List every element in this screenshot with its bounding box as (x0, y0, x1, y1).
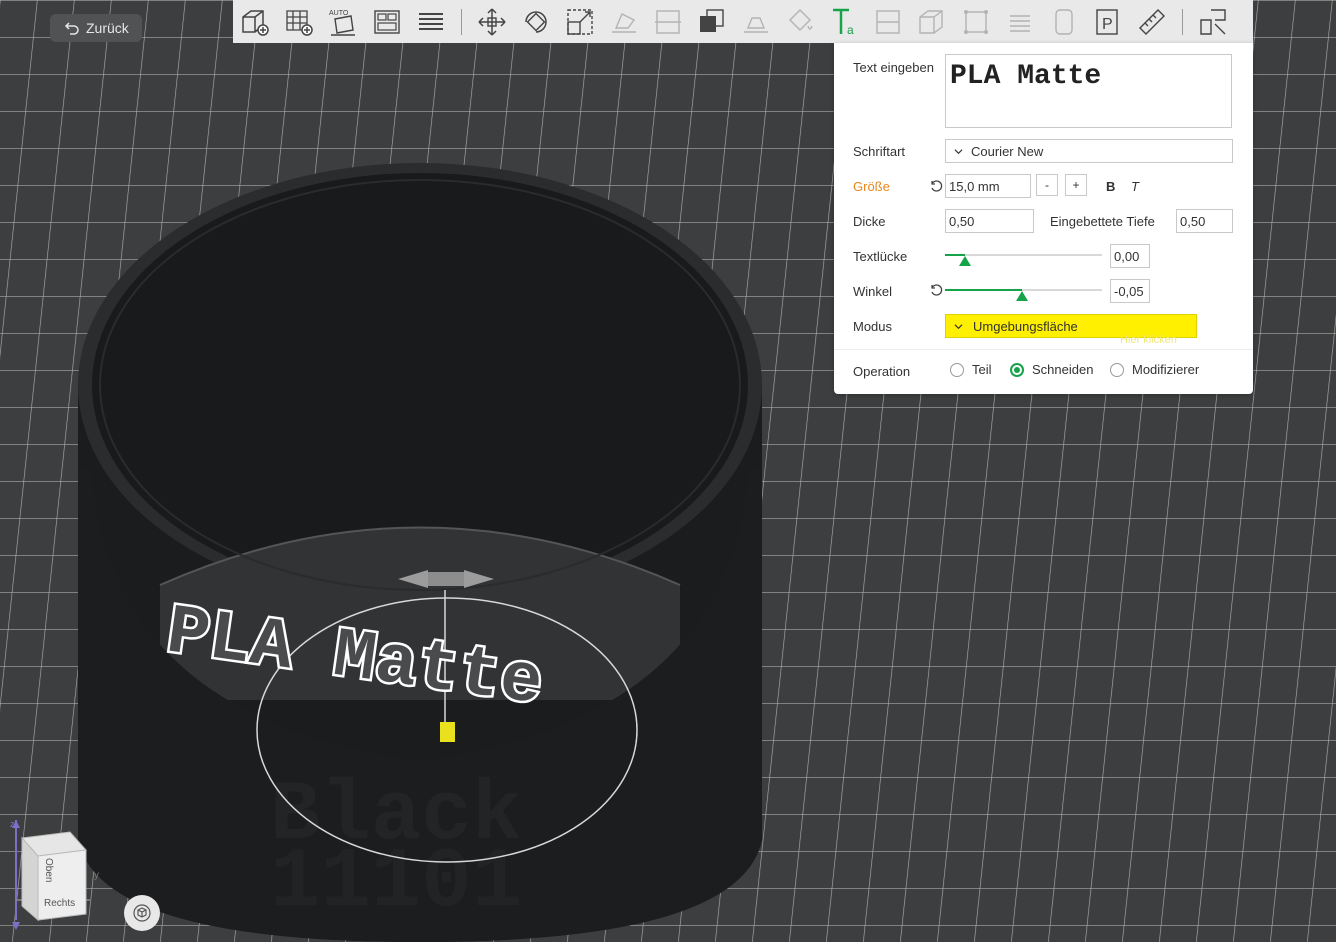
operation-label: Operation (853, 364, 911, 379)
back-label: Zurück (86, 20, 129, 36)
color-paint-icon[interactable] (778, 0, 822, 43)
text-gap-input[interactable]: 0,00 (1110, 244, 1150, 268)
toolbar-divider (1182, 8, 1183, 35)
boolean-icon[interactable] (690, 0, 734, 43)
svg-text:a: a (847, 23, 854, 37)
viewcube-axis-z-label: z (10, 820, 15, 829)
viewcube-top-label: Oben (43, 858, 54, 882)
radio-dot-selected (1010, 362, 1024, 377)
size-increase-button[interactable]: + (1065, 174, 1087, 196)
font-select[interactable]: Courier New (945, 139, 1233, 163)
size-input[interactable]: 15,0 mm (945, 174, 1031, 198)
cylinder-model[interactable]: Black 11101 (78, 163, 762, 942)
measure-edges-icon[interactable] (954, 0, 998, 43)
embedded-depth-label: Eingebettete Tiefe (1050, 214, 1155, 229)
auto-orient-icon[interactable]: AUTO (321, 0, 365, 43)
back-button[interactable]: Zurück (50, 14, 142, 42)
assembly-icon[interactable] (1191, 0, 1235, 43)
panel-divider (834, 349, 1253, 350)
hollow-icon[interactable] (910, 0, 954, 43)
support-paint-icon[interactable] (734, 0, 778, 43)
radio-dot (1110, 362, 1124, 377)
text-icon[interactable]: a (822, 0, 866, 43)
text-anchor-handle[interactable] (440, 722, 455, 742)
text-input-field[interactable]: PLA Matte (945, 54, 1232, 128)
add-plate-icon[interactable] (277, 0, 321, 43)
lay-on-face-icon[interactable] (602, 0, 646, 43)
reset-icon[interactable] (929, 179, 943, 193)
viewcube-axis-y-label: y (94, 870, 99, 881)
variable-layer-icon[interactable] (1042, 0, 1086, 43)
cut-icon[interactable] (646, 0, 690, 43)
mode-hint: Hier klicken (1120, 334, 1177, 346)
radio-dot (950, 362, 964, 377)
font-label: Schriftart (853, 144, 906, 159)
seam-paint-icon[interactable] (866, 0, 910, 43)
view-cube[interactable]: Oben Rechts y z (10, 820, 110, 930)
slider-thumb[interactable] (959, 256, 972, 266)
cube-view-icon (133, 904, 151, 922)
operation-part-radio[interactable]: Teil (950, 362, 992, 377)
slider-thumb[interactable] (1015, 291, 1028, 301)
camera-view-button[interactable] (124, 895, 160, 931)
operation-part-label: Teil (972, 362, 992, 377)
svg-text:AUTO: AUTO (329, 10, 349, 17)
main-toolbar: AUTO a P (233, 0, 1253, 43)
mode-label: Modus (853, 319, 893, 334)
toolbar-divider (461, 8, 462, 35)
add-object-icon[interactable] (233, 0, 277, 43)
reset-angle-icon[interactable] (929, 283, 943, 297)
chevron-down-icon (954, 323, 963, 329)
angle-input[interactable]: -0,05 (1110, 279, 1150, 303)
rotate-icon[interactable] (514, 0, 558, 43)
angle-slider[interactable] (945, 284, 1102, 301)
operation-modifier-label: Modifizierer (1132, 362, 1200, 377)
text-gap-label: Textlücke (853, 249, 908, 264)
mode-value: Umgebungsfläche (973, 318, 1078, 334)
assembly-view-icon[interactable]: P (1086, 0, 1130, 43)
chevron-down-icon (954, 148, 963, 154)
move-icon[interactable] (470, 0, 514, 43)
operation-modifier-radio[interactable]: Modifizierer (1110, 362, 1199, 377)
scale-icon[interactable] (558, 0, 602, 43)
size-decrease-button[interactable]: - (1036, 174, 1058, 196)
thickness-input[interactable]: 0,50 (945, 209, 1034, 233)
thickness-label: Dicke (853, 214, 886, 229)
undo-arrow-icon (64, 22, 79, 35)
arrange-icon[interactable] (365, 0, 409, 43)
operation-cut-label: Schneiden (1032, 362, 1094, 377)
slider-fill (945, 289, 1022, 291)
engraved-text-2: 11101 (270, 836, 522, 931)
svg-text:P: P (1102, 16, 1113, 33)
text-tool-panel: Text eingeben PLA Matte Schriftart Couri… (834, 43, 1253, 394)
bold-button[interactable]: B (1106, 179, 1115, 194)
viewcube-right-label: Rechts (44, 898, 75, 909)
font-value: Courier New (971, 143, 1044, 159)
operation-cut-radio[interactable]: Schneiden (1010, 362, 1093, 377)
italic-button[interactable]: T (1131, 179, 1139, 194)
measure-ruler-icon[interactable] (1130, 0, 1174, 43)
text-gap-slider[interactable] (945, 249, 1102, 266)
slice-layers-icon[interactable] (409, 0, 453, 43)
embedded-depth-input[interactable]: 0,50 (1176, 209, 1233, 233)
angle-label: Winkel (853, 284, 893, 299)
text-input-label: Text eingeben (853, 60, 934, 75)
fdm-supports-icon[interactable] (998, 0, 1042, 43)
size-label: Größe (853, 179, 890, 194)
